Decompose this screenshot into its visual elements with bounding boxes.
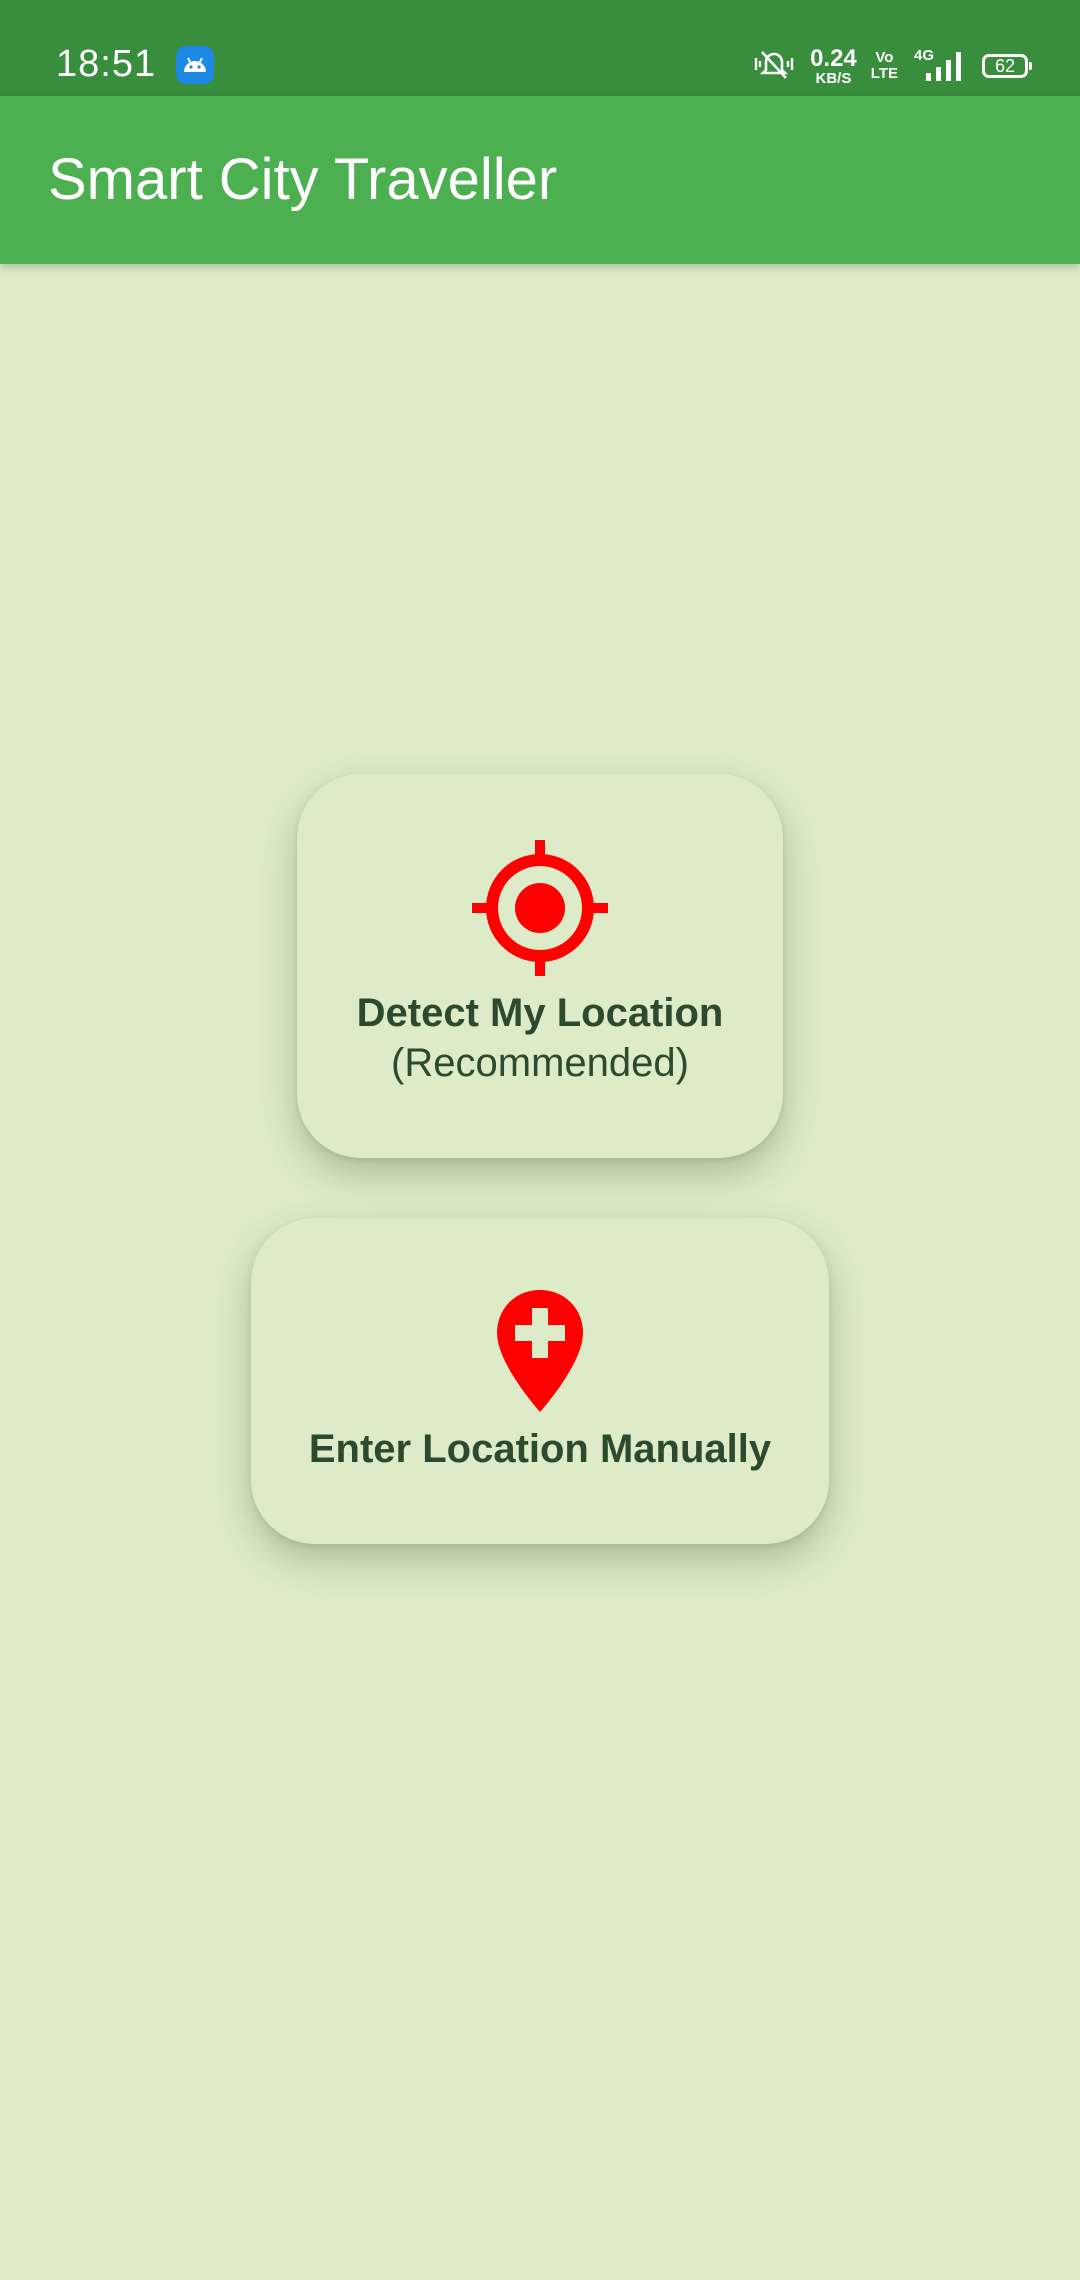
app-title: Smart City Traveller xyxy=(48,147,558,212)
status-icons: 0.24 KB/S Vo LTE 4G 62 xyxy=(752,44,1032,88)
mute-vibrate-icon xyxy=(752,48,796,85)
signal-icon: 4G xyxy=(912,47,968,83)
enter-location-label: Enter Location Manually xyxy=(308,1427,772,1471)
enter-location-manually-button[interactable]: Enter Location Manually xyxy=(251,1218,829,1544)
app-bar: Smart City Traveller xyxy=(0,96,1080,264)
battery-icon: 62 xyxy=(982,54,1032,78)
detect-location-button[interactable]: Detect My Location (Recommended) xyxy=(297,774,783,1158)
volte-top: Vo xyxy=(875,49,894,67)
add-location-pin-icon xyxy=(495,1288,585,1419)
battery-level: 62 xyxy=(994,56,1016,76)
network-speed-value: 0.24 xyxy=(810,44,857,72)
volte-bottom: LTE xyxy=(870,65,898,82)
detect-location-sublabel: (Recommended) xyxy=(391,1041,689,1085)
network-speed-unit: KB/S xyxy=(815,69,852,87)
status-time: 18:51 xyxy=(56,43,157,85)
crosshair-icon xyxy=(470,838,610,983)
android-notification-icon xyxy=(176,46,214,84)
detect-location-label: Detect My Location xyxy=(356,991,724,1035)
status-bar: 18:51 0.24 KB/S Vo LTE 4G 62 xyxy=(0,0,1080,96)
volte-indicator: Vo LTE xyxy=(871,50,898,82)
network-speed: 0.24 KB/S xyxy=(810,44,857,87)
